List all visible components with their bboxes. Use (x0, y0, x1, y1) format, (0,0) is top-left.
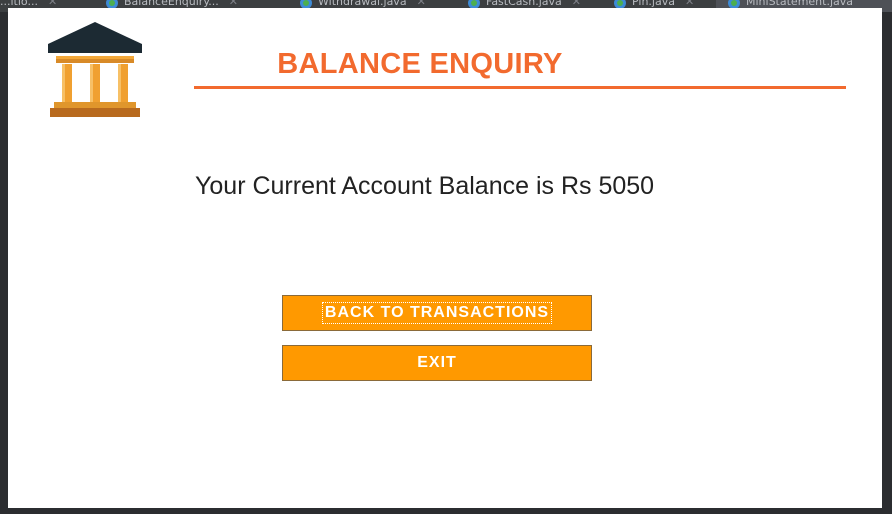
title-underline (194, 86, 846, 89)
exit-button[interactable]: EXIT (282, 345, 592, 381)
back-to-transactions-label: BACK TO TRANSACTIONS (321, 302, 553, 324)
balance-message: Your Current Account Balance is Rs 5050 (195, 172, 655, 200)
ide-left-gutter (0, 12, 8, 514)
page-title: BALANCE ENQUIRY (277, 48, 563, 80)
bank-building-icon (48, 22, 142, 117)
ide-tab-label: MiniStatement.java (746, 0, 854, 8)
close-icon[interactable]: ✕ (48, 0, 57, 8)
ide-tab-label: Withdrawal.java (318, 0, 407, 8)
exit-label: EXIT (417, 354, 457, 371)
close-icon[interactable]: ✕ (229, 0, 238, 8)
balance-enquiry-window: BALANCE ENQUIRY Your Current Account Bal… (8, 8, 882, 508)
ide-tab-label: Pin.java (632, 0, 675, 8)
ide-tab-label: ...itio... (0, 0, 38, 8)
close-icon[interactable]: ✕ (417, 0, 426, 8)
ide-tab-label: FastCash.java (486, 0, 562, 8)
ide-tab-label: BalanceEnquiry... (124, 0, 219, 8)
close-icon[interactable]: ✕ (572, 0, 581, 8)
screen: ...itio... ✕ BalanceEnquiry... ✕ Withdra… (0, 0, 892, 514)
ide-right-gutter (882, 12, 892, 514)
close-icon[interactable]: ✕ (685, 0, 694, 8)
back-to-transactions-button[interactable]: BACK TO TRANSACTIONS (282, 295, 592, 331)
